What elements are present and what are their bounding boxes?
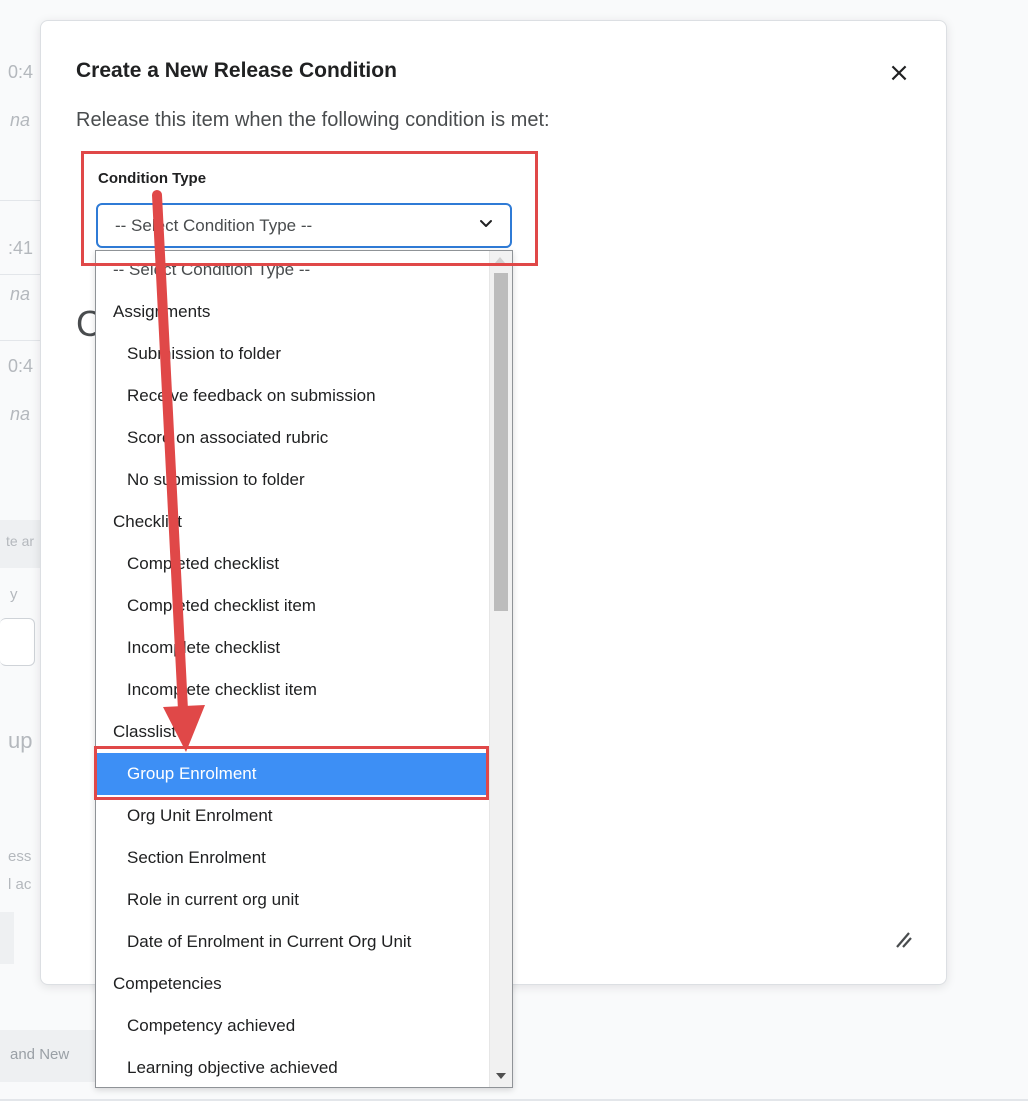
bg-fragment: na [10,284,31,304]
dropdown-option[interactable]: Section Enrolment [96,837,490,879]
bg-fragment: up i [8,728,44,753]
option-group-label: Checklist [113,512,182,531]
option-group-label: Competencies [113,974,222,993]
dropdown-option[interactable]: Completed checklist item [96,585,490,627]
scrollbar[interactable] [489,251,512,1087]
dialog-description: Release this item when the following con… [76,109,550,131]
dropdown-option[interactable]: Submission to folder [96,333,490,375]
condition-type-options[interactable]: Learning objective achieved Competency ac… [95,250,513,1088]
bg-divider [0,340,40,341]
scrollbar-thumb[interactable] [494,273,508,611]
dropdown-option[interactable]: Receive feedback on submission [96,375,490,417]
bg-divider [0,274,40,275]
bg-fragment: na [10,404,31,424]
resize-handle-icon[interactable] [894,929,914,949]
dropdown-option[interactable]: Completed checklist [96,543,490,585]
bg-fragment: ess [8,848,32,865]
dropdown-option[interactable]: Role in current org unit [96,879,490,921]
bg-divider [0,200,40,201]
bg-input [0,618,35,666]
bg-fragment: 0:4 [8,62,34,82]
annotation-highlight-condition-type [81,151,538,266]
dropdown-option[interactable]: Incomplete checklist item [96,669,490,711]
bg-fragment: na [10,110,31,130]
dropdown-option[interactable]: Competency achieved [96,1005,490,1047]
dropdown-option[interactable]: No submission to folder [96,459,490,501]
dialog-title: Create a New Release Condition [76,59,397,82]
scroll-down-arrow[interactable] [496,1073,506,1079]
dropdown-option[interactable]: Incomplete checklist [96,627,490,669]
save-and-new-label: and New [10,1046,70,1063]
dropdown-option[interactable]: Learning objective achieved [96,1047,490,1087]
dropdown-option[interactable]: Org Unit Enrolment [96,795,490,837]
annotation-highlight-group-enrolment [94,746,489,800]
bg-panel [0,912,14,964]
close-icon[interactable]: × [887,60,911,86]
bg-fragment: l ac [8,876,32,893]
dropdown-option[interactable]: Score on associated rubric [96,417,490,459]
bg-fragment: te ar [6,533,35,549]
bg-fragment: 0:4 [8,356,34,376]
bg-fragment: :41 [8,238,34,258]
dropdown-option[interactable]: Date of Enrolment in Current Org Unit [96,921,490,963]
save-and-new-button: and New [0,1030,95,1082]
bg-fragment: y [10,586,18,603]
option-group-label: Assignments [113,302,211,321]
